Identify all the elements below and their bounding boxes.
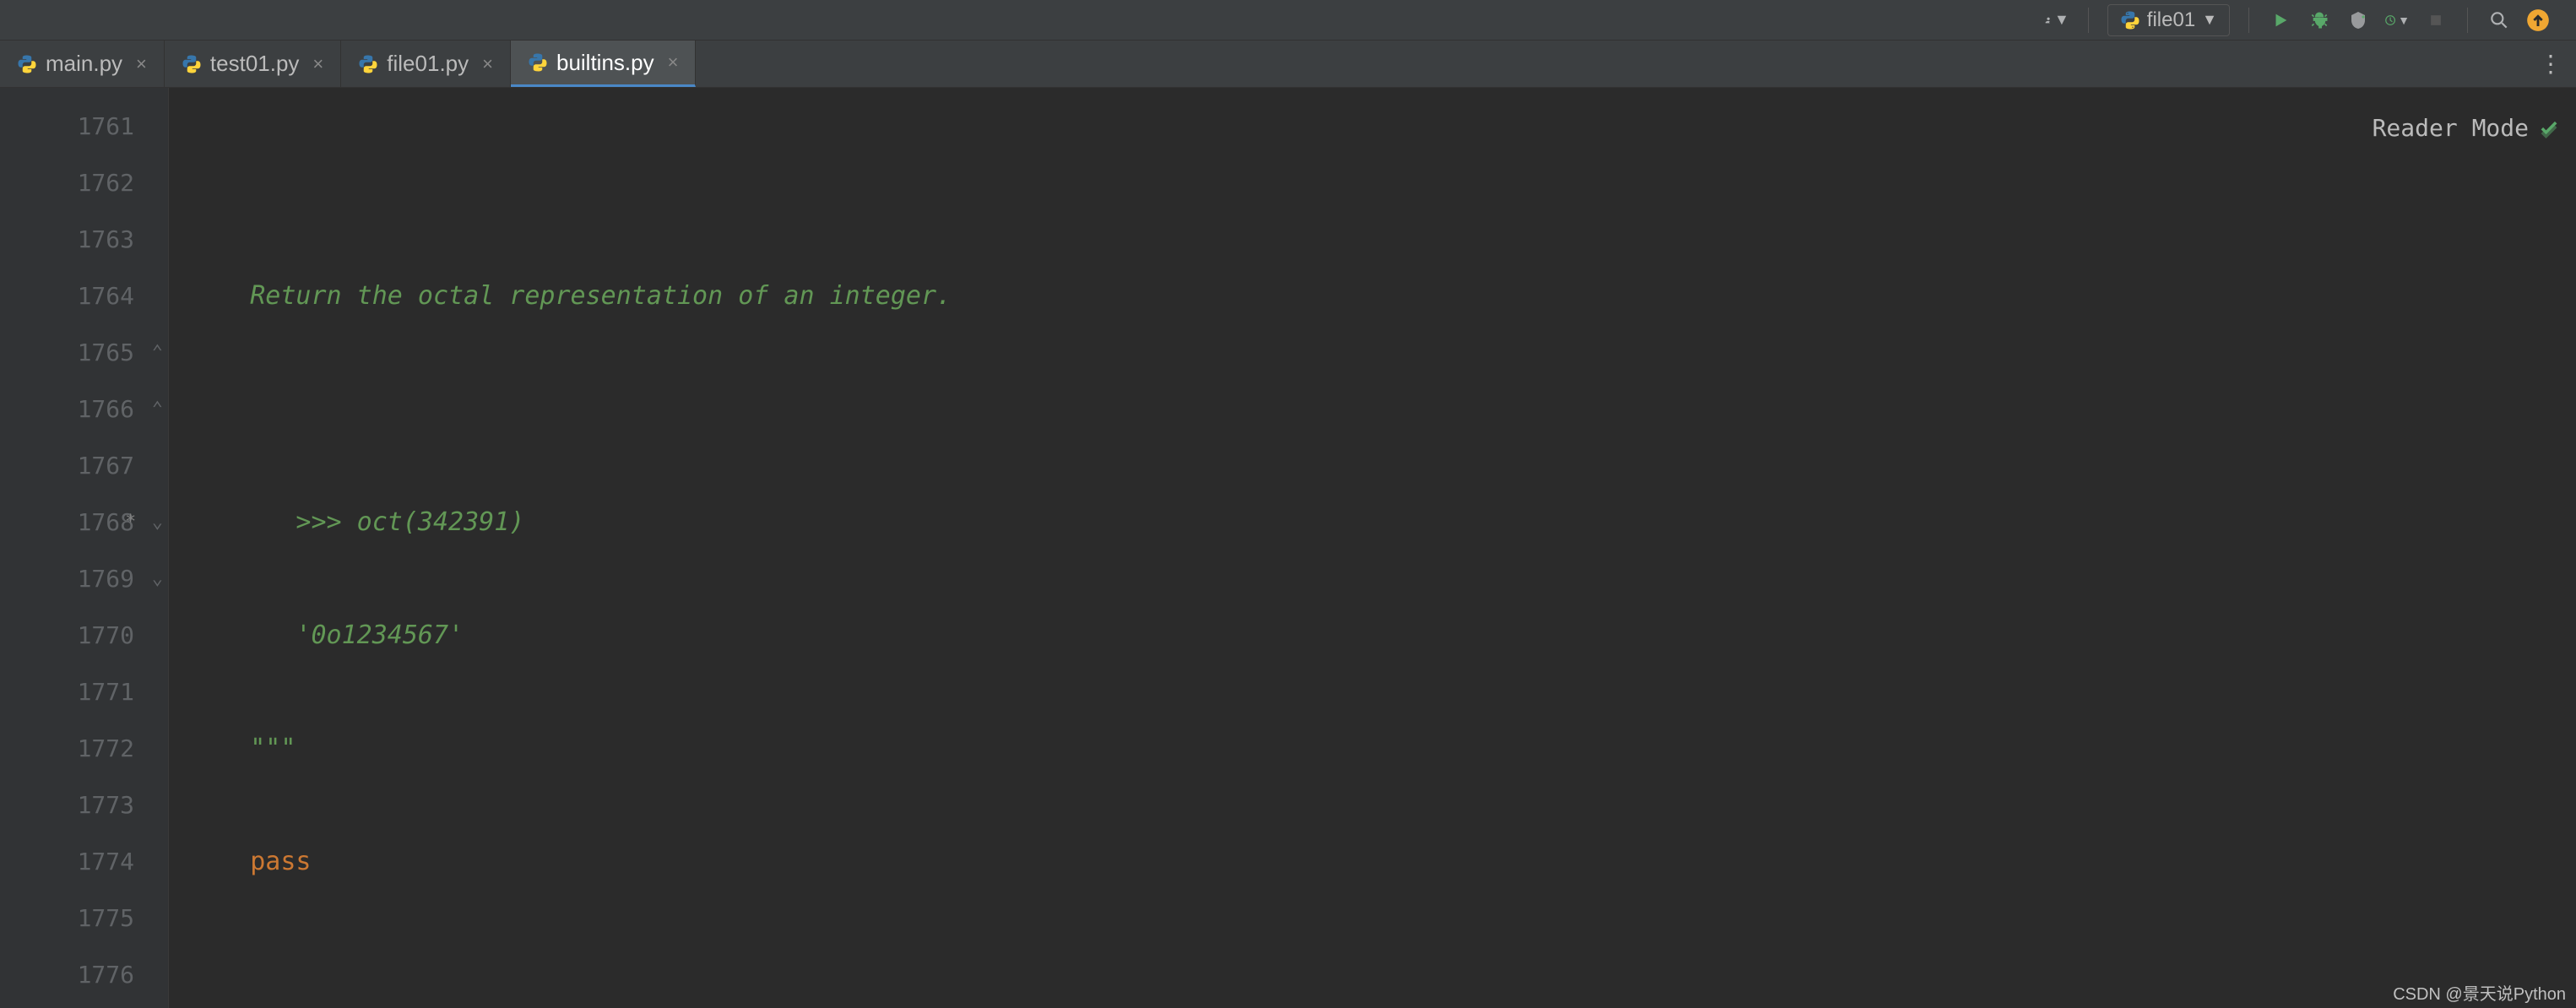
profile-icon[interactable]: ▼ (2384, 8, 2410, 33)
close-icon[interactable]: × (668, 51, 679, 73)
fold-start-icon[interactable]: ⌄ (152, 512, 163, 533)
close-icon[interactable]: × (312, 53, 323, 75)
debug-icon[interactable] (2307, 8, 2332, 33)
main-toolbar: ▼ file01 ▼ ▼ (0, 0, 2576, 41)
gutter: 1761 1762 1763 1764 1765⌃ 1766⌃ 1767 *17… (0, 88, 169, 1008)
fold-end-icon[interactable]: ⌃ (152, 398, 163, 420)
gutter-line: 1765⌃ (0, 324, 168, 381)
gutter-line: 1770 (0, 607, 168, 664)
reader-mode-badge[interactable]: Reader Mode (2373, 100, 2529, 156)
gutter-line: 1767 (0, 437, 168, 494)
tab-builtins-py[interactable]: builtins.py × (511, 41, 696, 87)
gutter-line: 1772 (0, 720, 168, 777)
gutter-line: 1764 (0, 268, 168, 324)
gutter-line: 1762 (0, 154, 168, 211)
close-icon[interactable]: × (136, 53, 147, 75)
search-icon[interactable] (2487, 8, 2512, 33)
tab-test01-py[interactable]: test01.py × (165, 41, 341, 87)
fold-end-icon[interactable]: ⌃ (152, 342, 163, 363)
update-icon[interactable] (2525, 8, 2551, 33)
breakpoint-marker[interactable]: * (125, 512, 136, 533)
toolbar-separator (2467, 8, 2468, 33)
toolbar-separator (2248, 8, 2249, 33)
inspection-icon[interactable] (2537, 103, 2561, 160)
gutter-line: 1769⌄ (0, 550, 168, 607)
run-icon[interactable] (2268, 8, 2293, 33)
code-text: '0o1234567' (189, 621, 464, 650)
tab-file01-py[interactable]: file01.py × (341, 41, 511, 87)
coverage-icon[interactable] (2346, 8, 2371, 33)
code-editor[interactable]: Reader Mode Return the octal representat… (169, 88, 2576, 1008)
gutter-line: 1766⌃ (0, 381, 168, 437)
watermark: CSDN @景天说Python (2393, 980, 2566, 1005)
stop-icon[interactable] (2423, 8, 2449, 33)
tab-label: file01.py (387, 51, 469, 77)
editor-tabs: main.py × test01.py × file01.py × builti… (0, 41, 2576, 88)
run-config-label: file01 (2147, 8, 2195, 32)
close-icon[interactable]: × (482, 53, 493, 75)
gutter-line: 1773 (0, 777, 168, 833)
gutter-line: 1776 (0, 946, 168, 1003)
gutter-line: 1771 (0, 664, 168, 720)
editor-area: 1761 1762 1763 1764 1765⌃ 1766⌃ 1767 *17… (0, 88, 2576, 1008)
tabs-overflow-icon[interactable]: ⋮ (2525, 41, 2576, 87)
toolbar-separator (2088, 8, 2089, 33)
tab-label: builtins.py (556, 50, 654, 76)
gutter-line: 1763 (0, 211, 168, 268)
code-text: pass (250, 847, 311, 876)
code-text: Return the octal representation of an in… (189, 281, 952, 311)
tab-main-py[interactable]: main.py × (0, 41, 165, 87)
add-config-icon[interactable]: ▼ (2044, 8, 2069, 33)
gutter-line: 1761 (0, 98, 168, 154)
gutter-line: 1774 (0, 833, 168, 890)
gutter-line: 1775 (0, 890, 168, 946)
code-text: """ (189, 734, 296, 763)
code-text: >>> oct(342391) (189, 507, 524, 537)
gutter-line: *1768⌄ (0, 494, 168, 550)
fold-start-icon[interactable]: ⌄ (152, 568, 163, 589)
run-config-selector[interactable]: file01 ▼ (2107, 4, 2230, 36)
tab-label: test01.py (210, 51, 300, 77)
tab-label: main.py (46, 51, 122, 77)
